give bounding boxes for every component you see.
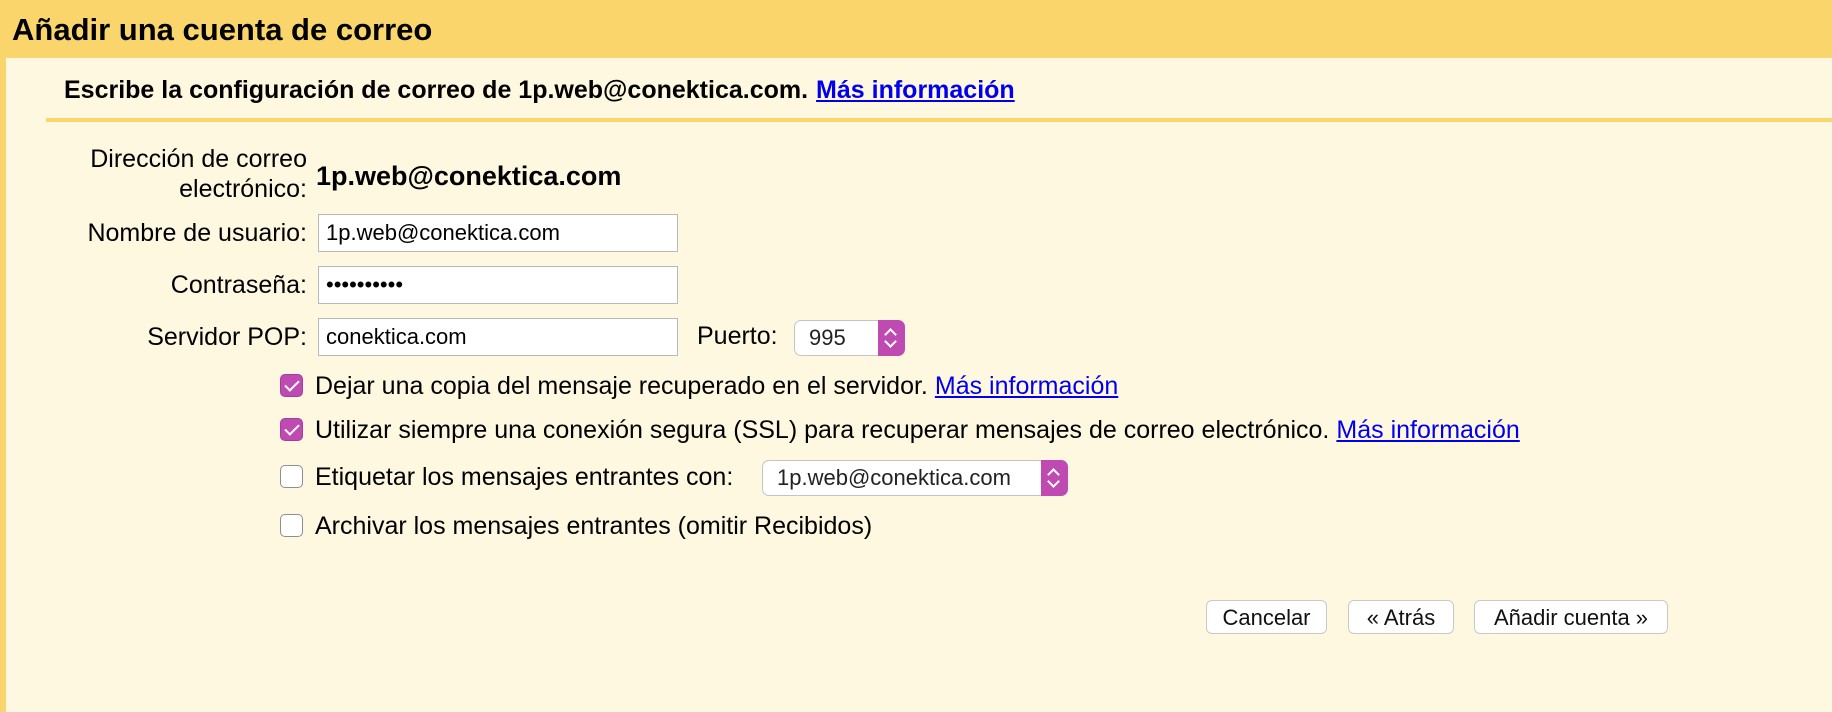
archive-label: Archivar los mensajes entrantes (omitir … — [315, 512, 873, 540]
ssl-checkbox[interactable] — [280, 418, 303, 441]
instruction-text: Escribe la configuración de correo de 1p… — [64, 74, 1015, 106]
dialog-title: Añadir una cuenta de correo — [12, 12, 433, 47]
ssl-label: Utilizar siempre una conexión segura (SS… — [315, 416, 1330, 444]
up-down-arrows-icon — [878, 320, 905, 356]
pop-server-input[interactable] — [318, 318, 678, 356]
label-select[interactable]: 1p.web@conektica.com — [762, 460, 1068, 496]
port-label: Puerto: — [697, 322, 778, 350]
password-input[interactable] — [318, 266, 678, 304]
cancel-button[interactable]: Cancelar — [1206, 600, 1327, 634]
port-select-value: 995 — [809, 325, 846, 350]
more-info-link-header[interactable]: Más información — [816, 76, 1015, 104]
email-address-label: Dirección de correo electrónico: — [90, 144, 307, 204]
email-address-value: 1p.web@conektica.com — [316, 161, 622, 191]
title-bar: Añadir una cuenta de correo — [0, 0, 1832, 58]
archive-checkbox[interactable] — [280, 514, 303, 537]
up-down-arrows-icon — [1041, 460, 1068, 496]
leave-copy-label: Dejar una copia del mensaje recuperado e… — [315, 372, 928, 400]
username-label: Nombre de usuario: — [87, 219, 307, 247]
label-select-value: 1p.web@conektica.com — [777, 465, 1011, 490]
add-mail-account-dialog: Añadir una cuenta de correo Escribe la c… — [0, 0, 1832, 712]
email-address-label-line1: Dirección de correo — [90, 145, 307, 173]
header-divider — [46, 118, 1832, 122]
instruction-label: Escribe la configuración de correo de 1p… — [64, 76, 809, 104]
label-incoming-label: Etiquetar los mensajes entrantes con: — [315, 463, 734, 491]
back-button[interactable]: « Atrás — [1348, 600, 1454, 634]
username-input[interactable] — [318, 214, 678, 252]
label-incoming-checkbox[interactable] — [280, 465, 303, 488]
email-address-label-line2: electrónico: — [179, 175, 307, 203]
password-label: Contraseña: — [170, 271, 307, 299]
leave-copy-checkbox[interactable] — [280, 374, 303, 397]
leave-copy-option: Dejar una copia del mensaje recuperado e… — [315, 371, 1118, 401]
add-account-button[interactable]: Añadir cuenta » — [1474, 600, 1668, 634]
ssl-option: Utilizar siempre una conexión segura (SS… — [315, 415, 1520, 445]
more-info-link-ssl[interactable]: Más información — [1336, 416, 1519, 444]
port-select[interactable]: 995 — [794, 320, 905, 356]
more-info-link-leave-copy[interactable]: Más información — [935, 372, 1118, 400]
pop-server-label: Servidor POP: — [147, 323, 307, 351]
